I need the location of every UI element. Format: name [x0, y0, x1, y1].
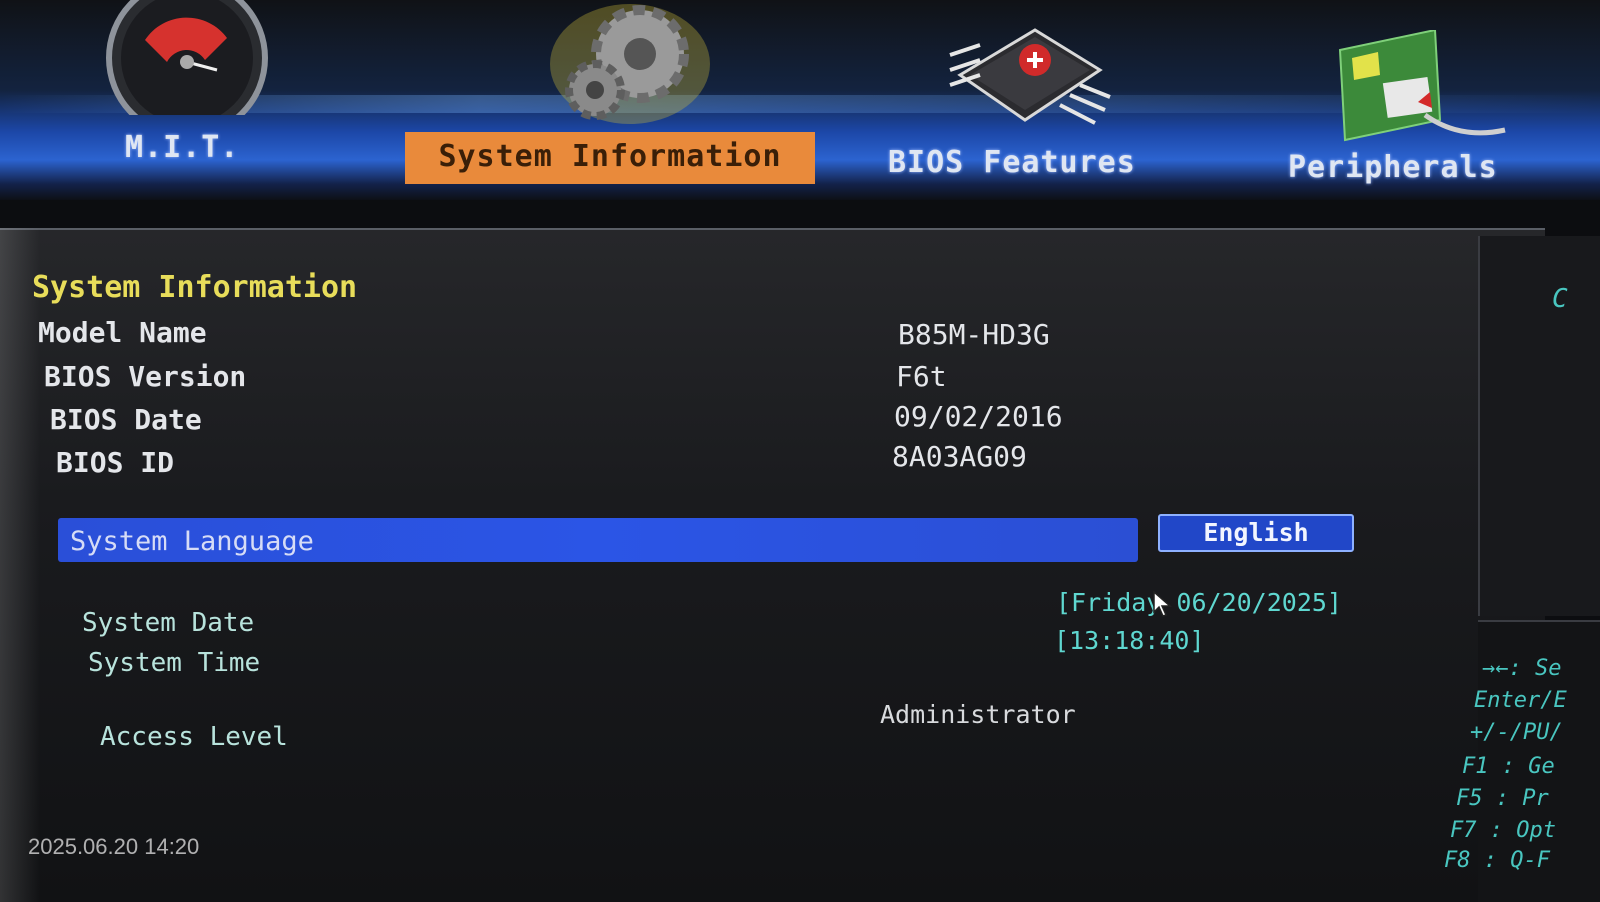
tab-system-information[interactable]: System Information: [405, 132, 815, 184]
help-panel-heading: C: [1552, 284, 1568, 314]
system-language-label: System Language: [70, 526, 314, 557]
model-name-value: B85M-HD3G: [898, 318, 1050, 351]
help-line: F8 : Q-F: [1444, 848, 1550, 873]
gears-icon: [550, 4, 710, 124]
help-line: F1 : Ge: [1462, 754, 1555, 779]
access-level-label: Access Level: [100, 722, 288, 752]
top-menu-bar: M.I.T. System Information BIOS Features …: [0, 0, 1600, 200]
bios-date-value: 09/02/2016: [894, 400, 1063, 433]
model-name-label: Model Name: [38, 316, 207, 349]
section-title: System Information: [32, 270, 358, 305]
access-level-value: Administrator: [880, 700, 1076, 729]
mouse-cursor-icon: [1153, 590, 1172, 617]
bios-id-value: 8A03AG09: [892, 440, 1027, 473]
help-line: Enter/E: [1474, 688, 1567, 713]
language-select[interactable]: English: [1158, 514, 1354, 552]
help-line: →←: Se: [1482, 656, 1562, 681]
screen-edge: [0, 228, 40, 902]
bios-date-label: BIOS Date: [50, 403, 202, 436]
side-info-panel: [1478, 236, 1600, 616]
system-time-value[interactable]: [13:18:40]: [1054, 626, 1205, 655]
help-line: F7 : Opt: [1450, 818, 1556, 843]
tab-bios-features[interactable]: BIOS Features: [888, 145, 1136, 180]
tab-mit[interactable]: M.I.T.: [125, 130, 239, 165]
expansion-card-icon: [1338, 30, 1506, 142]
system-time-label: System Time: [88, 648, 261, 678]
photo-timestamp: 2025.06.20 14:20: [28, 834, 200, 859]
main-panel: [0, 228, 1545, 902]
system-date-value[interactable]: [Friday 06/20/2025]: [1056, 588, 1342, 617]
bios-id-label: BIOS ID: [56, 446, 175, 479]
system-date-label: System Date: [82, 608, 255, 638]
bios-version-value: F6t: [896, 360, 947, 393]
chip-icon: [949, 28, 1111, 125]
speedometer-icon: [106, 0, 268, 115]
help-line: F5 : Pr: [1456, 786, 1549, 811]
help-line: +/-/PU/: [1470, 720, 1563, 745]
bios-version-label: BIOS Version: [44, 360, 247, 393]
tab-peripherals[interactable]: Peripherals: [1288, 150, 1498, 185]
